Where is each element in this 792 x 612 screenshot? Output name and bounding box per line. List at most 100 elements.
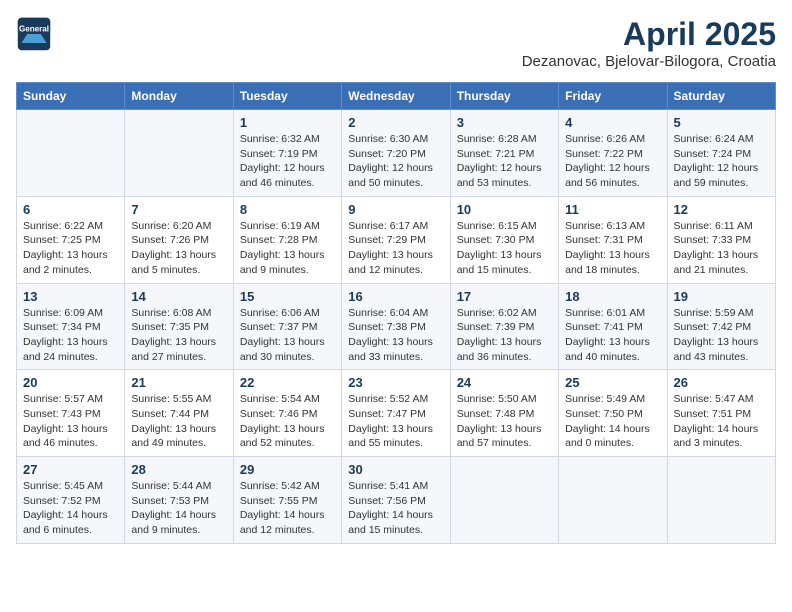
day-info: Sunrise: 5:49 AMSunset: 7:50 PMDaylight:…	[565, 392, 660, 451]
day-cell: 18 Sunrise: 6:01 AMSunset: 7:41 PMDayligh…	[559, 283, 667, 370]
day-number: 20	[23, 375, 118, 390]
day-cell: 3Sunrise: 6:28 AMSunset: 7:21 PMDaylight…	[450, 110, 558, 197]
day-number: 9	[348, 202, 443, 217]
day-number: 4	[565, 115, 660, 130]
day-info: Sunrise: 6:04 AMSunset: 7:38 PMDaylight:…	[348, 306, 443, 365]
day-info: Sunrise: 6:15 AMSunset: 7:30 PMDaylight:…	[457, 219, 552, 278]
day-info: Sunrise: 5:45 AMSunset: 7:52 PMDaylight:…	[23, 479, 118, 538]
day-number: 19	[674, 289, 769, 304]
day-number: 1	[240, 115, 335, 130]
header-day-monday: Monday	[125, 83, 233, 110]
day-number: 7	[131, 202, 226, 217]
day-info: Sunrise: 6:09 AMSunset: 7:34 PMDaylight:…	[23, 306, 118, 365]
day-info: Sunrise: 5:44 AMSunset: 7:53 PMDaylight:…	[131, 479, 226, 538]
header-day-wednesday: Wednesday	[342, 83, 450, 110]
day-number: 21	[131, 375, 226, 390]
week-row-4: 20 Sunrise: 5:57 AMSunset: 7:43 PMDayligh…	[17, 370, 776, 457]
day-info: Sunrise: 6:17 AMSunset: 7:29 PMDaylight:…	[348, 219, 443, 278]
day-cell: 22 Sunrise: 5:54 AMSunset: 7:46 PMDayligh…	[233, 370, 341, 457]
day-cell	[559, 457, 667, 544]
day-number: 3	[457, 115, 552, 130]
day-number: 15	[240, 289, 335, 304]
day-cell	[17, 110, 125, 197]
day-info: Sunrise: 5:59 AMSunset: 7:42 PMDaylight:…	[674, 306, 769, 365]
day-cell	[125, 110, 233, 197]
day-info: Sunrise: 5:54 AMSunset: 7:46 PMDaylight:…	[240, 392, 335, 451]
day-info: Sunrise: 6:26 AMSunset: 7:22 PMDaylight:…	[565, 132, 660, 191]
week-row-2: 6 Sunrise: 6:22 AMSunset: 7:25 PMDaylight…	[17, 196, 776, 283]
day-cell: 10 Sunrise: 6:15 AMSunset: 7:30 PMDayligh…	[450, 196, 558, 283]
header-day-friday: Friday	[559, 83, 667, 110]
week-row-5: 27 Sunrise: 5:45 AMSunset: 7:52 PMDayligh…	[17, 457, 776, 544]
day-cell: 15 Sunrise: 6:06 AMSunset: 7:37 PMDayligh…	[233, 283, 341, 370]
day-cell: 1 Sunrise: 6:32 AMSunset: 7:19 PMDaylight…	[233, 110, 341, 197]
day-info: Sunrise: 5:42 AMSunset: 7:55 PMDaylight:…	[240, 479, 335, 538]
day-info: Sunrise: 6:30 AMSunset: 7:20 PMDaylight:…	[348, 132, 443, 191]
day-number: 25	[565, 375, 660, 390]
day-info: Sunrise: 6:13 AMSunset: 7:31 PMDaylight:…	[565, 219, 660, 278]
day-cell: 4 Sunrise: 6:26 AMSunset: 7:22 PMDaylight…	[559, 110, 667, 197]
day-info: Sunrise: 5:55 AMSunset: 7:44 PMDaylight:…	[131, 392, 226, 451]
day-number: 5	[674, 115, 769, 130]
subtitle: Dezanovac, Bjelovar-Bilogora, Croatia	[522, 53, 776, 70]
calendar-header-row: SundayMondayTuesdayWednesdayThursdayFrid…	[17, 83, 776, 110]
day-number: 2	[348, 115, 443, 130]
day-info: Sunrise: 6:19 AMSunset: 7:28 PMDaylight:…	[240, 219, 335, 278]
day-number: 14	[131, 289, 226, 304]
day-info: Sunrise: 6:08 AMSunset: 7:35 PMDaylight:…	[131, 306, 226, 365]
day-info: Sunrise: 6:01 AMSunset: 7:41 PMDaylight:…	[565, 306, 660, 365]
day-cell: 2 Sunrise: 6:30 AMSunset: 7:20 PMDaylight…	[342, 110, 450, 197]
day-info: Sunrise: 5:41 AMSunset: 7:56 PMDaylight:…	[348, 479, 443, 538]
day-info: Sunrise: 5:50 AMSunset: 7:48 PMDaylight:…	[457, 392, 552, 451]
day-cell: 16 Sunrise: 6:04 AMSunset: 7:38 PMDayligh…	[342, 283, 450, 370]
day-number: 8	[240, 202, 335, 217]
week-row-1: 1 Sunrise: 6:32 AMSunset: 7:19 PMDaylight…	[17, 110, 776, 197]
day-cell: 13Sunrise: 6:09 AMSunset: 7:34 PMDayligh…	[17, 283, 125, 370]
day-info: Sunrise: 6:02 AMSunset: 7:39 PMDaylight:…	[457, 306, 552, 365]
day-number: 27	[23, 462, 118, 477]
day-cell: 8 Sunrise: 6:19 AMSunset: 7:28 PMDaylight…	[233, 196, 341, 283]
day-cell: 12 Sunrise: 6:11 AMSunset: 7:33 PMDayligh…	[667, 196, 775, 283]
day-number: 29	[240, 462, 335, 477]
day-info: Sunrise: 5:47 AMSunset: 7:51 PMDaylight:…	[674, 392, 769, 451]
day-cell: 20 Sunrise: 5:57 AMSunset: 7:43 PMDayligh…	[17, 370, 125, 457]
day-info: Sunrise: 5:57 AMSunset: 7:43 PMDaylight:…	[23, 392, 118, 451]
day-number: 28	[131, 462, 226, 477]
day-cell: 25 Sunrise: 5:49 AMSunset: 7:50 PMDayligh…	[559, 370, 667, 457]
day-info: Sunrise: 6:06 AMSunset: 7:37 PMDaylight:…	[240, 306, 335, 365]
header-day-thursday: Thursday	[450, 83, 558, 110]
day-number: 17	[457, 289, 552, 304]
day-cell: 17 Sunrise: 6:02 AMSunset: 7:39 PMDayligh…	[450, 283, 558, 370]
header: General Blue April 2025 Dezanovac, Bjelo…	[16, 16, 776, 70]
day-cell: 5Sunrise: 6:24 AMSunset: 7:24 PMDaylight…	[667, 110, 775, 197]
day-cell: 27 Sunrise: 5:45 AMSunset: 7:52 PMDayligh…	[17, 457, 125, 544]
day-cell: 9 Sunrise: 6:17 AMSunset: 7:29 PMDaylight…	[342, 196, 450, 283]
day-cell: 11Sunrise: 6:13 AMSunset: 7:31 PMDayligh…	[559, 196, 667, 283]
title-block: April 2025 Dezanovac, Bjelovar-Bilogora,…	[522, 16, 776, 70]
day-info: Sunrise: 6:22 AMSunset: 7:25 PMDaylight:…	[23, 219, 118, 278]
day-number: 18	[565, 289, 660, 304]
day-cell: 28 Sunrise: 5:44 AMSunset: 7:53 PMDayligh…	[125, 457, 233, 544]
day-info: Sunrise: 5:52 AMSunset: 7:47 PMDaylight:…	[348, 392, 443, 451]
day-cell: 21 Sunrise: 5:55 AMSunset: 7:44 PMDayligh…	[125, 370, 233, 457]
day-cell: 24Sunrise: 5:50 AMSunset: 7:48 PMDayligh…	[450, 370, 558, 457]
day-number: 26	[674, 375, 769, 390]
day-number: 6	[23, 202, 118, 217]
day-number: 16	[348, 289, 443, 304]
svg-text:Blue: Blue	[26, 34, 42, 43]
calendar-table: SundayMondayTuesdayWednesdayThursdayFrid…	[16, 82, 776, 544]
logo: General Blue	[16, 16, 52, 52]
day-number: 22	[240, 375, 335, 390]
week-row-3: 13Sunrise: 6:09 AMSunset: 7:34 PMDayligh…	[17, 283, 776, 370]
day-info: Sunrise: 6:11 AMSunset: 7:33 PMDaylight:…	[674, 219, 769, 278]
day-number: 30	[348, 462, 443, 477]
day-cell: 14 Sunrise: 6:08 AMSunset: 7:35 PMDayligh…	[125, 283, 233, 370]
day-info: Sunrise: 6:32 AMSunset: 7:19 PMDaylight:…	[240, 132, 335, 191]
header-day-tuesday: Tuesday	[233, 83, 341, 110]
header-day-saturday: Saturday	[667, 83, 775, 110]
svg-text:General: General	[19, 24, 49, 33]
day-cell: 26 Sunrise: 5:47 AMSunset: 7:51 PMDayligh…	[667, 370, 775, 457]
main-title: April 2025	[522, 16, 776, 53]
day-number: 12	[674, 202, 769, 217]
day-number: 10	[457, 202, 552, 217]
